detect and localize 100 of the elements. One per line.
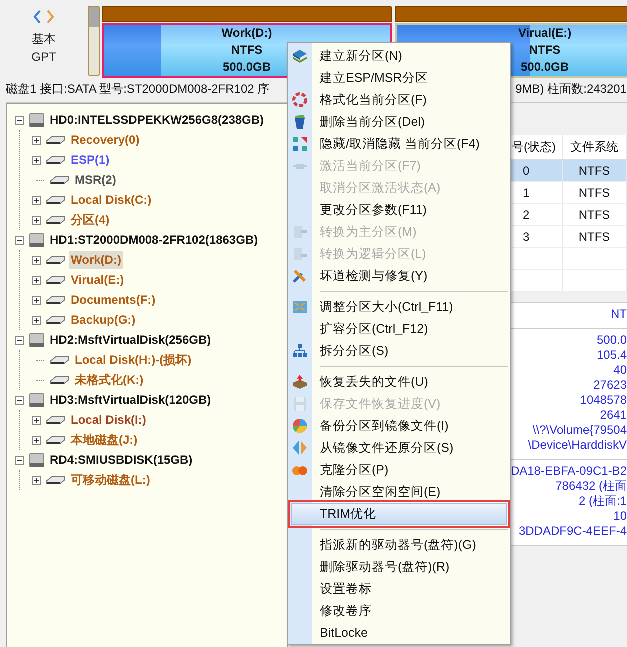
expand-icon[interactable] xyxy=(32,276,41,284)
menu-item[interactable]: 坏道检测与修复(Y) xyxy=(288,265,510,287)
property-value: NT xyxy=(611,307,627,322)
menu-item[interactable]: 格式化当前分区(F) xyxy=(288,89,510,111)
tree-item[interactable]: HD0:INTELSSDPEKKW256G8(238GB) xyxy=(48,111,266,129)
collapse-icon[interactable] xyxy=(15,456,24,464)
squares-icon xyxy=(292,136,308,152)
collapse-icon[interactable] xyxy=(15,236,24,244)
property-value: 2 (柱面:1 xyxy=(578,494,627,509)
property-value: 40 xyxy=(614,363,627,378)
property-value: 786432 (柱面 xyxy=(556,479,627,494)
tree-item[interactable]: Local Disk(H:)-(损坏) xyxy=(73,351,194,369)
expand-icon[interactable] xyxy=(32,416,41,424)
partition-icon xyxy=(46,154,66,166)
ring-icon xyxy=(292,92,308,108)
convert-icon xyxy=(292,246,308,262)
tree-item[interactable]: 分区(4) xyxy=(69,211,112,229)
tree-item[interactable]: 未格式化(K:) xyxy=(73,371,146,389)
menu-item[interactable]: 设置卷标 xyxy=(288,578,510,600)
expand-icon[interactable] xyxy=(32,296,41,304)
convert-icon xyxy=(292,224,308,240)
partition-name: Work(D:) xyxy=(222,25,272,42)
scrollbar[interactable] xyxy=(88,6,100,76)
property-value: DA18-EBFA-09C1-B2 xyxy=(510,464,627,479)
expand-icon[interactable] xyxy=(32,216,41,224)
partition-icon xyxy=(50,374,70,386)
partition-icon xyxy=(46,194,66,206)
table-cell: NTFS xyxy=(563,204,627,225)
menu-item[interactable]: 修改卷序 xyxy=(288,600,510,622)
tree-item[interactable]: 本地磁盘(J:) xyxy=(69,431,140,449)
partition-style-label: GPT xyxy=(32,49,56,66)
expand-icon[interactable] xyxy=(32,136,41,144)
partition-icon xyxy=(46,294,66,306)
tree-item[interactable]: Work(D:) xyxy=(69,251,124,269)
menu-item[interactable]: 备份分区到镜像文件(I) xyxy=(288,415,510,437)
property-value: 105.4 xyxy=(596,348,627,363)
disk-type-label: 基本 xyxy=(32,31,56,48)
expand-icon[interactable] xyxy=(32,316,41,324)
collapse-icon[interactable] xyxy=(15,336,24,344)
expand-icon[interactable] xyxy=(32,476,41,484)
partition-icon xyxy=(46,434,66,446)
file-system: NTFS xyxy=(529,42,561,59)
partition-icon xyxy=(50,354,70,366)
property-value: 2641 xyxy=(600,408,627,423)
diamond-icon xyxy=(292,440,308,456)
menu-item[interactable]: 从镜像文件还原分区(S) xyxy=(288,437,510,459)
menu-item[interactable]: 清除分区空闲空间(E) xyxy=(288,481,510,503)
property-value: \Device\HarddiskV xyxy=(528,438,627,453)
menu-item[interactable]: 克隆分区(P) xyxy=(288,459,510,481)
tree-item[interactable]: HD3:MsftVirtualDisk(120GB) xyxy=(48,391,214,409)
expand-icon[interactable] xyxy=(32,436,41,444)
menu-item[interactable]: 恢复丢失的文件(U) xyxy=(288,371,510,393)
tree-item[interactable]: Backup(G:) xyxy=(69,311,138,329)
menu-item[interactable]: 删除驱动器号(盘符)(R) xyxy=(288,556,510,578)
collapse-icon[interactable] xyxy=(15,396,24,404)
partition-name: Virual(E:) xyxy=(518,25,572,42)
box-icon xyxy=(292,374,308,390)
expand-icon[interactable] xyxy=(32,256,41,264)
menu-item[interactable]: 调整分区大小(Ctrl_F11) xyxy=(288,296,510,318)
property-value: 3DDADF9C-4EEF-4 xyxy=(518,524,627,539)
menu-item[interactable]: 指派新的驱动器号(盘符)(G) xyxy=(288,534,510,556)
collapse-icon[interactable] xyxy=(15,116,24,124)
pie-icon xyxy=(292,418,308,434)
property-value: 10 xyxy=(614,509,627,524)
partition-icon xyxy=(46,474,66,486)
tree-item[interactable]: HD1:ST2000DM008-2FR102(1863GB) xyxy=(48,231,260,249)
floppy-icon xyxy=(292,396,308,412)
tree-item[interactable]: Recovery(0) xyxy=(69,131,142,149)
partition-icon xyxy=(46,254,66,266)
partition-icon xyxy=(46,134,66,146)
tree-item[interactable]: HD2:MsftVirtualDisk(256GB) xyxy=(48,331,214,349)
wrench-icon xyxy=(292,268,308,284)
tree-item[interactable]: ESP(1) xyxy=(69,151,112,169)
column-header[interactable]: 文件系统 xyxy=(563,135,627,159)
property-value: 500.0 xyxy=(596,333,627,348)
partition-icon xyxy=(50,174,70,186)
partition-icon xyxy=(46,414,66,426)
expand-icon[interactable] xyxy=(32,196,41,204)
tree-item[interactable]: Local Disk(C:) xyxy=(69,191,154,209)
menu-item[interactable]: 删除当前分区(Del) xyxy=(288,111,510,133)
file-system: NTFS xyxy=(231,42,263,59)
tree-item[interactable]: Local Disk(I:) xyxy=(69,411,148,429)
menu-item[interactable]: 拆分分区(S) xyxy=(288,340,510,362)
tree-item[interactable]: RD4:SMIUSBDISK(15GB) xyxy=(48,451,195,469)
tree-item[interactable]: 可移动磁盘(L:) xyxy=(69,471,152,489)
partition-icon xyxy=(46,214,66,226)
menu-item[interactable]: 隐藏/取消隐藏 当前分区(F4) xyxy=(288,133,510,155)
tree-item[interactable]: Virual(E:) xyxy=(69,271,126,289)
partition-size: 500.0GB xyxy=(222,59,272,76)
menu-item[interactable]: BitLocke xyxy=(288,622,510,644)
trash-icon xyxy=(292,114,308,130)
menu-item[interactable]: 扩容分区(Ctrl_F12) xyxy=(288,318,510,340)
tree-item[interactable]: MSR(2) xyxy=(73,171,118,189)
expand-icon[interactable] xyxy=(32,156,41,164)
table-cell: NTFS xyxy=(563,160,627,181)
menu-item[interactable]: TRIM优化 xyxy=(291,503,507,525)
property-value: 27623 xyxy=(594,378,627,393)
disk-info-text: 9MB) 柱面数:243201 xyxy=(516,80,627,98)
disk-info-text: 磁盘1 接口:SATA 型号:ST2000DM008-2FR102 序 xyxy=(6,80,270,98)
tree-item[interactable]: Documents(F:) xyxy=(69,291,158,309)
